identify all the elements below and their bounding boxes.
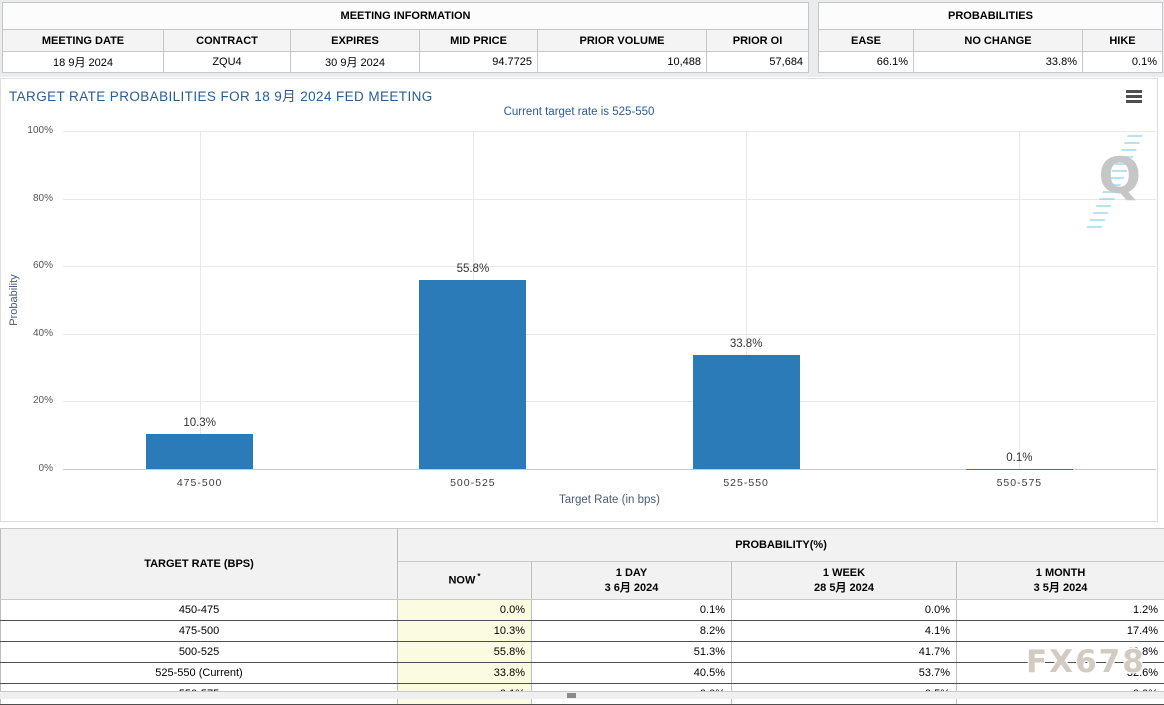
probability-value: 33.8% [398,663,532,684]
fx678-watermark: FX678 [1026,644,1146,680]
target-rate-label: 525-550 (Current) [1,663,398,684]
y-tick-label: 100% [27,125,53,136]
column-header: PRIOR VOLUME [538,30,707,52]
probability-value: 17.4% [957,621,1164,642]
gridline [1019,131,1020,469]
x-tick-label: 550-575 [959,477,1079,489]
quikstrike-logo-watermark: Q [1085,135,1143,231]
probability-history-table: TARGET RATE (BPS) PROBABILITY(%) NOW*1 D… [0,528,1164,705]
probability-value: 4.1% [732,621,957,642]
probability-value: 8.2% [532,621,732,642]
meeting-information-title: MEETING INFORMATION [3,3,809,30]
value-cell: 94.7725 [420,52,538,73]
table-row: 500-52555.8%51.3%41.7%48.8% [1,642,1164,663]
value-cell: 0.1% [1083,52,1163,73]
chart-menu-icon[interactable] [1126,90,1142,105]
top-info-strip: MEETING INFORMATION MEETING DATECONTRACT… [0,0,1164,77]
probability-value: 55.8% [398,642,532,663]
meeting-information-title-row: MEETING INFORMATION [3,3,809,30]
value-cell: 33.8% [914,52,1083,73]
target-rate-label: 500-525 [1,642,398,663]
y-tick-label: 80% [33,193,53,204]
probability-value: 51.3% [532,642,732,663]
value-cell: 57,684 [707,52,809,73]
x-tick-label: 500-525 [413,477,533,489]
bar-value-label: 55.8% [423,263,523,275]
gridline [63,334,1156,335]
gridline [63,131,1156,132]
column-header: NOW* [398,562,532,600]
bar-475-500 [146,434,253,469]
gridline [63,199,1156,200]
probability-value: 40.5% [532,663,732,684]
chart-subtitle: Current target rate is 525-550 [1,106,1157,118]
probabilities-title: PROBABILITIES [819,3,1163,30]
probability-value: 53.7% [732,663,957,684]
gridline [63,401,1156,402]
probability-value: 0.0% [398,600,532,621]
y-axis-title: Probability [8,131,22,469]
column-header: 1 MONTH3 5月 2024 [957,562,1164,600]
column-header: 1 DAY3 6月 2024 [532,562,732,600]
column-header: HIKE [1083,30,1163,52]
column-header: NO CHANGE [914,30,1083,52]
target-rate-label: 475-500 [1,621,398,642]
target-rate-chart-panel: TARGET RATE PROBABILITIES FOR 18 9月 2024… [0,78,1158,522]
y-tick-label: 0% [39,463,53,474]
value-cell: 30 9月 2024 [291,52,420,73]
value-cell: 66.1% [819,52,914,73]
meeting-information-header-row: MEETING DATECONTRACTEXPIRESMID PRICEPRIO… [3,30,809,52]
gridline [63,266,1156,267]
y-tick-label: 60% [33,260,53,271]
column-header: EXPIRES [291,30,420,52]
value-cell: 10,488 [538,52,707,73]
x-tick-label: 525-550 [686,477,806,489]
column-header: PRIOR OI [707,30,809,52]
y-tick-label: 20% [33,395,53,406]
x-tick-label: 475-500 [140,477,260,489]
probability-value: 41.7% [732,642,957,663]
column-header: MID PRICE [420,30,538,52]
bar-value-label: 33.8% [696,338,796,350]
bar-value-label: 10.3% [150,417,250,429]
value-cell: 18 9月 2024 [3,52,164,73]
plot-area: 10.3% 55.8% 33.8% 0.1% [63,131,1156,470]
table-row: 525-550 (Current)33.8%40.5%53.7%32.6% [1,663,1164,684]
bar-value-label: 0.1% [969,452,1069,464]
probability-value: 0.0% [732,600,957,621]
table-row: 450-4750.0%0.1%0.0%1.2% [1,600,1164,621]
probability-value: 10.3% [398,621,532,642]
bar-500-525 [419,280,526,469]
column-header: EASE [819,30,914,52]
value-cell: ZQU4 [164,52,291,73]
meeting-information-table: MEETING INFORMATION MEETING DATECONTRACT… [2,2,809,73]
probabilities-value-row: 66.1%33.8%0.1% [819,52,1163,73]
bar-525-550 [693,355,800,469]
footer-mark [567,693,576,698]
target-rate-label: 450-475 [1,600,398,621]
column-header: 1 WEEK28 5月 2024 [732,562,957,600]
y-tick-label: 40% [33,328,53,339]
table-row: 475-50010.3%8.2%4.1%17.4% [1,621,1164,642]
probabilities-title-row: PROBABILITIES [819,3,1163,30]
probabilities-summary-table: PROBABILITIES EASENO CHANGEHIKE 66.1%33.… [818,2,1163,73]
column-header: MEETING DATE [3,30,164,52]
x-axis-title: Target Rate (in bps) [63,494,1156,506]
meeting-information-value-row: 18 9月 2024ZQU430 9月 202494.772510,48857,… [3,52,809,73]
group-header-row: TARGET RATE (BPS) PROBABILITY(%) [1,529,1164,562]
probabilities-header-row: EASENO CHANGEHIKE [819,30,1163,52]
probability-group-header: PROBABILITY(%) [398,529,1164,562]
probability-value: 0.1% [532,600,732,621]
logo-letter: Q [1098,151,1141,201]
target-rate-bps-header: TARGET RATE (BPS) [1,529,398,600]
probability-value: 1.2% [957,600,1164,621]
column-header: CONTRACT [164,30,291,52]
chart-title: TARGET RATE PROBABILITIES FOR 18 9月 2024… [9,85,433,105]
